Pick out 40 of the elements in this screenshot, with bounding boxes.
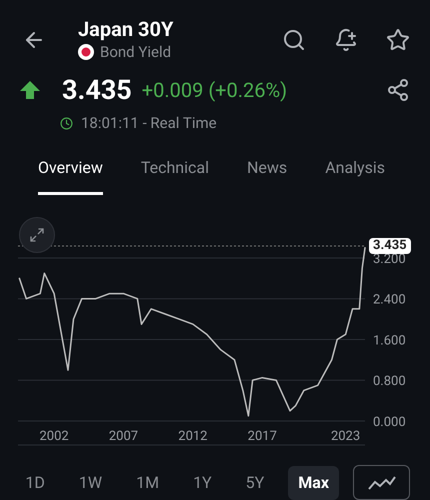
range-button[interactable]: 5Y (236, 466, 274, 500)
y-axis-label: 0.000 (373, 415, 406, 430)
line-chart-icon (368, 476, 396, 490)
add-alert-button[interactable] (334, 28, 358, 52)
share-button[interactable] (386, 78, 410, 102)
range-button[interactable]: 1M (126, 466, 170, 500)
y-axis-label: 2.400 (373, 293, 406, 308)
last-price-tag: 3.435 (369, 238, 411, 254)
y-axis-label: 3.200 (373, 252, 406, 268)
range-button[interactable]: 1W (68, 466, 112, 500)
x-axis-label: 2023 (330, 429, 360, 444)
expand-icon (29, 227, 45, 244)
bell-plus-icon (334, 28, 358, 52)
star-icon (386, 28, 410, 52)
tab[interactable]: News (247, 156, 288, 196)
x-axis-label: 2012 (178, 429, 208, 444)
favorite-button[interactable] (386, 28, 410, 52)
tab[interactable]: Analysis (325, 156, 386, 196)
price-change: +0.009 (+0.26%) (142, 76, 288, 104)
tab[interactable]: Technical (140, 156, 209, 196)
japan-flag-icon (78, 44, 94, 60)
range-button[interactable]: 1D (15, 466, 55, 500)
tab[interactable]: Overview (38, 156, 103, 196)
expand-button[interactable] (19, 217, 55, 254)
x-axis-label: 2002 (39, 429, 69, 444)
instrument-title: Japan 30Y (78, 16, 174, 41)
y-axis-label: 1.600 (373, 334, 406, 349)
instrument-subtitle: Bond Yield (100, 42, 172, 63)
y-axis-label: 0.800 (373, 374, 406, 390)
search-button[interactable] (282, 28, 306, 52)
x-axis-label: 2017 (248, 429, 277, 444)
price: 3.435 (62, 72, 132, 108)
update-time: 18:01:11 - Real Time (81, 112, 217, 134)
share-icon (386, 78, 410, 102)
range-button[interactable]: Max (288, 466, 339, 500)
search-icon (282, 28, 306, 52)
clock-icon (60, 116, 73, 130)
chart-type-button[interactable] (353, 465, 410, 500)
range-button[interactable]: 1Y (183, 466, 222, 500)
x-axis-label: 2007 (108, 429, 138, 444)
